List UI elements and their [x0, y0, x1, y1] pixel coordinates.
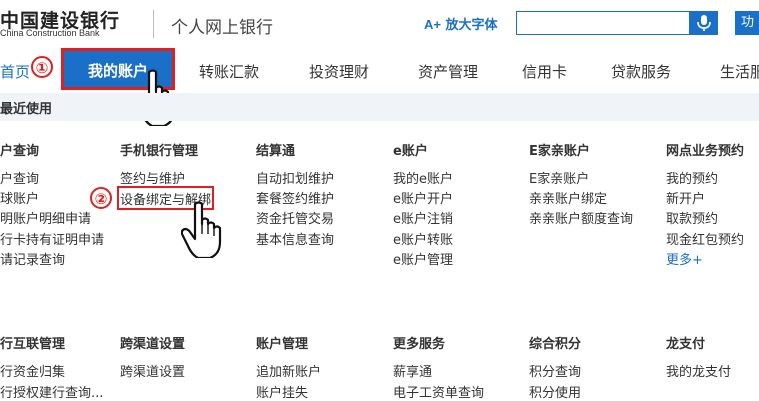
nav-asset-management[interactable]: 资产管理 — [418, 61, 478, 82]
col-head-bank-link: 行互联管理 — [0, 337, 66, 352]
link-fund-collection[interactable]: 行资金归集 — [0, 361, 65, 380]
site-subtitle: 个人网上银行 — [171, 18, 273, 38]
col-head-account-manage: 账户管理 — [256, 337, 309, 352]
link-e-account-open[interactable]: e账户开户 — [393, 188, 453, 207]
link-my-long-pay[interactable]: 我的龙支付 — [666, 361, 731, 380]
link-salary-service[interactable]: 薪享通 — [393, 361, 432, 380]
link-detail-request[interactable]: 明账户明细申请 — [0, 208, 91, 227]
link-my-booking[interactable]: 我的预约 — [666, 168, 718, 187]
link-new-account[interactable]: 新开户 — [666, 188, 705, 207]
link-package-sign[interactable]: 套餐签约维护 — [256, 188, 334, 207]
step-two-marker: ② — [90, 187, 112, 209]
link-withdraw-booking[interactable]: 取款预约 — [666, 208, 718, 227]
col-head-account-query: 户查询 — [0, 144, 40, 159]
link-cross-channel[interactable]: 跨渠道设置 — [120, 361, 185, 380]
link-add-account[interactable]: 追加新账户 — [256, 361, 321, 380]
col-head-mobile-banking: 手机银行管理 — [120, 144, 199, 159]
microphone-icon — [697, 15, 711, 31]
col-head-long-pay: 龙支付 — [666, 337, 706, 352]
link-card-holding-proof[interactable]: 行卡持有证明申请 — [0, 229, 104, 248]
link-points-use[interactable]: 积分使用 — [529, 382, 581, 401]
link-e-account-close[interactable]: e账户注销 — [393, 208, 453, 227]
link-e-account-transfer[interactable]: e账户转账 — [393, 229, 453, 248]
nav-home[interactable]: 首页 — [0, 61, 30, 82]
link-more[interactable]: 更多+ — [666, 249, 703, 268]
font-size-icon: A+ — [424, 17, 441, 32]
link-my-e-account[interactable]: 我的e账户 — [393, 168, 453, 187]
recent-label: 最近使用 — [0, 102, 53, 117]
enlarge-font-label: 放大字体 — [445, 18, 498, 33]
link-basic-info[interactable]: 基本信息查询 — [256, 229, 334, 248]
link-global-account[interactable]: 球账户 — [0, 188, 39, 207]
function-button[interactable]: 功 — [735, 11, 759, 35]
link-cash-envelope[interactable]: 现金红包预约 — [666, 229, 744, 248]
col-head-points: 综合积分 — [529, 337, 582, 352]
link-e-account-manage[interactable]: e账户管理 — [393, 249, 453, 268]
col-head-e-account: e账户 — [393, 144, 428, 159]
nav-credit-card[interactable]: 信用卡 — [522, 61, 567, 82]
nav-investment[interactable]: 投资理财 — [309, 61, 369, 82]
link-points-query[interactable]: 积分查询 — [529, 361, 581, 380]
col-head-branch-booking: 网点业务预约 — [666, 144, 745, 159]
search-input[interactable] — [516, 11, 690, 35]
voice-search-button[interactable] — [690, 11, 718, 35]
col-head-settlement: 结算通 — [256, 144, 296, 159]
link-payslip-query[interactable]: 电子工资单查询 — [393, 382, 484, 401]
link-family-account[interactable]: E家亲账户 — [529, 168, 589, 187]
link-auto-debit[interactable]: 自动扣划维护 — [256, 168, 334, 187]
step-one-marker: ① — [31, 56, 53, 78]
col-head-cross-channel: 跨渠道设置 — [120, 337, 186, 352]
link-request-record[interactable]: 请记录查询 — [0, 249, 65, 268]
link-fund-custody[interactable]: 资金托管交易 — [256, 208, 334, 227]
link-sign-maintain[interactable]: 签约与维护 — [120, 168, 185, 187]
recent-bar: 最近使用 — [0, 93, 759, 121]
col-head-family-account: E家亲账户 — [529, 144, 590, 159]
pointing-hand-icon-2 — [181, 201, 222, 258]
nav-transfer[interactable]: 转账汇款 — [199, 61, 259, 82]
nav-life-service[interactable]: 生活服 — [720, 61, 759, 82]
link-family-limit[interactable]: 亲亲账户额度查询 — [529, 208, 633, 227]
link-family-bind[interactable]: 亲亲账户绑定 — [529, 188, 607, 207]
link-account-query[interactable]: 户查询 — [0, 168, 39, 187]
bank-logo-en: China Construction Bank — [0, 28, 100, 38]
col-head-more-services: 更多服务 — [393, 337, 446, 352]
link-report-loss[interactable]: 账户挂失 — [256, 382, 308, 401]
logo-divider — [153, 10, 154, 38]
enlarge-font-button[interactable]: A+ 放大字体 — [424, 14, 498, 33]
nav-loan-service[interactable]: 贷款服务 — [611, 61, 671, 82]
link-authorize-query[interactable]: 行授权建行查询... — [0, 382, 103, 401]
main-nav: 首页 我的账户 转账汇款 投资理财 资产管理 信用卡 贷款服务 生活服 — [0, 47, 759, 94]
